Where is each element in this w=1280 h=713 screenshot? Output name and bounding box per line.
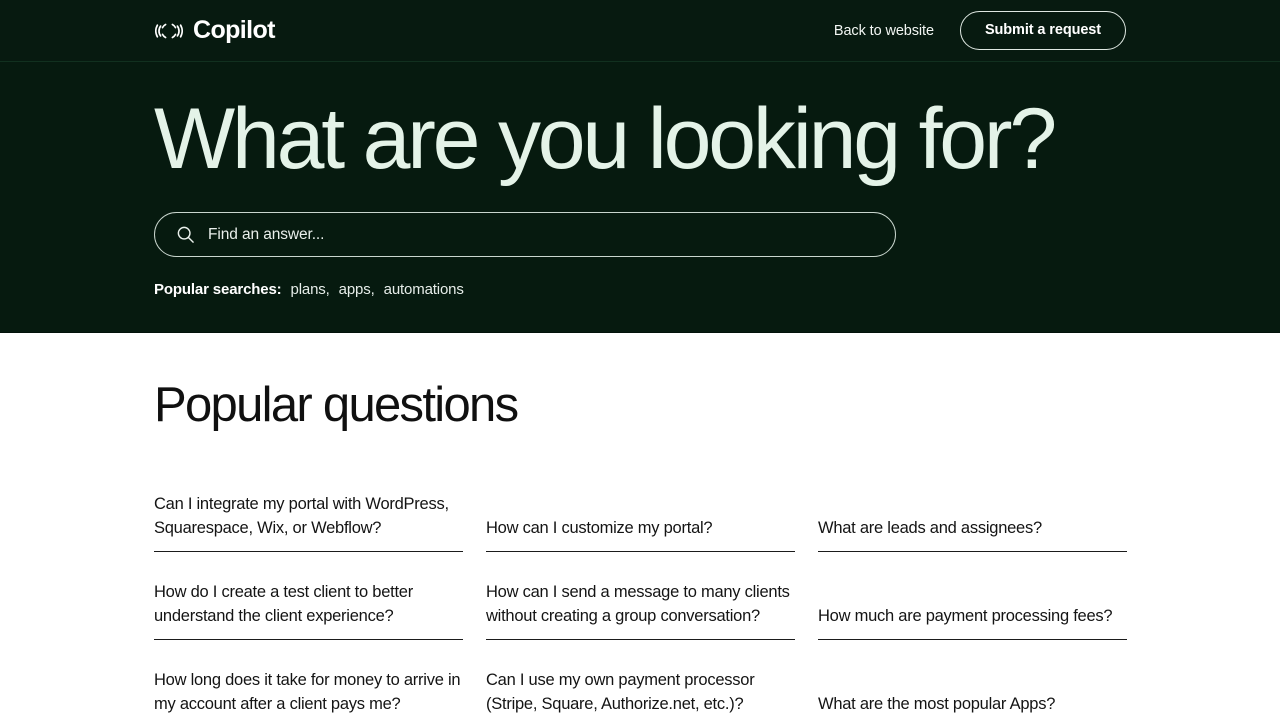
questions-column-2: How can I customize my portal? How can I… — [486, 464, 795, 713]
search-bar[interactable] — [154, 212, 896, 257]
popular-searches: Popular searches: plans apps automations — [154, 281, 1126, 298]
main-content: Popular questions Can I integrate my por… — [0, 333, 1280, 713]
popular-questions-grid: Can I integrate my portal with WordPress… — [154, 464, 1127, 713]
section-title-popular-questions: Popular questions — [154, 378, 519, 432]
question-text: How do I create a test client to better … — [154, 583, 413, 625]
question-text: How can I customize my portal? — [486, 518, 713, 537]
question-text: How can I send a message to many clients… — [486, 583, 790, 625]
question-link[interactable]: How much are payment processing fees? — [818, 552, 1127, 640]
question-text: What are the most popular Apps? — [818, 694, 1056, 713]
submit-a-request-button[interactable]: Submit a request — [959, 10, 1126, 51]
question-text: How long does it take for money to arriv… — [154, 671, 461, 713]
site-header: Copilot Back to website Submit a request — [0, 0, 1280, 62]
question-text: Can I integrate my portal with WordPress… — [154, 495, 449, 537]
question-link[interactable]: How can I customize my portal? — [486, 464, 795, 552]
header-actions: Back to website Submit a request — [834, 10, 1126, 51]
question-link[interactable]: Can I integrate my portal with WordPress… — [154, 464, 463, 552]
page-title: What are you looking for? — [154, 91, 1057, 187]
copilot-logo-icon — [155, 23, 183, 38]
back-to-website-link[interactable]: Back to website — [834, 23, 934, 39]
brand-name: Copilot — [193, 16, 275, 44]
brand-logo[interactable]: Copilot — [154, 16, 275, 46]
question-link[interactable]: How can I send a message to many clients… — [486, 552, 795, 640]
question-text: Can I use my own payment processor (Stri… — [486, 671, 755, 713]
questions-column-3: What are leads and assignees? How much a… — [818, 464, 1127, 713]
popular-search-term-apps[interactable]: apps — [339, 281, 375, 298]
popular-search-term-automations[interactable]: automations — [384, 281, 464, 298]
popular-search-term-plans[interactable]: plans — [291, 281, 330, 298]
search-input[interactable] — [208, 225, 874, 244]
question-text: What are leads and assignees? — [818, 518, 1042, 537]
questions-column-1: Can I integrate my portal with WordPress… — [154, 464, 463, 713]
question-text: How much are payment processing fees? — [818, 606, 1113, 625]
question-link[interactable]: How do I create a test client to better … — [154, 552, 463, 640]
question-link[interactable]: Can I use my own payment processor (Stri… — [486, 640, 795, 713]
popular-searches-label: Popular searches: — [154, 281, 282, 298]
question-link[interactable]: How long does it take for money to arriv… — [154, 640, 463, 713]
hero-section: What are you looking for? Popular search… — [0, 62, 1280, 333]
question-link[interactable]: What are the most popular Apps? — [818, 640, 1127, 713]
question-link[interactable]: What are leads and assignees? — [818, 464, 1127, 552]
search-icon — [177, 226, 194, 243]
